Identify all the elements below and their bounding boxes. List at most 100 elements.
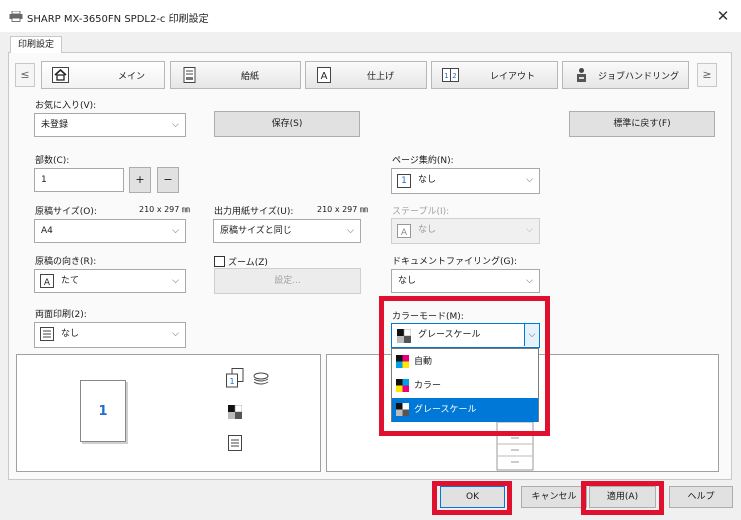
chevron-down-icon: ⌵ <box>172 120 179 130</box>
chevron-down-icon: ⌵ <box>526 175 533 185</box>
layout-icon: 1 2 <box>442 68 459 82</box>
n-up-label: ページ集約(N): <box>392 156 454 166</box>
chevron-down-icon[interactable]: ⌵ <box>524 324 539 346</box>
tab-paper-source-label: 給紙 <box>241 72 260 82</box>
duplex-label: 両面印刷(2): <box>35 310 87 320</box>
restore-defaults-button[interactable]: 標準に戻す(F) <box>569 111 715 137</box>
copies-increment-button[interactable]: + <box>129 167 151 193</box>
ok-button[interactable]: OK <box>440 486 505 508</box>
output-size-select[interactable]: 原稿サイズと同じ ⌵ <box>213 219 361 243</box>
tab-main[interactable]: メイン <box>41 61 165 89</box>
svg-text:1: 1 <box>229 377 234 386</box>
printer-icon <box>9 11 23 22</box>
color-mode-value: グレースケール <box>418 330 481 340</box>
tab-finishing-label: 仕上げ <box>367 72 395 82</box>
staple-icon: A <box>397 224 411 238</box>
staple-select[interactable]: A なし ⌵ <box>391 218 540 244</box>
n-up-value: なし <box>418 175 437 185</box>
zoom-settings-button[interactable]: 設定... <box>214 268 361 294</box>
cancel-button[interactable]: キャンセル <box>521 486 587 508</box>
tab-print-settings[interactable]: 印刷設定 <box>10 36 62 54</box>
job-handling-icon <box>577 68 586 82</box>
close-button[interactable]: ✕ <box>712 5 734 27</box>
n-up-icon: 1 <box>397 174 411 188</box>
color-mode-dropdown: 自動 カラー グレースケール <box>391 348 539 422</box>
preview-page-thumbnail: 1 <box>80 380 126 442</box>
tab-layout[interactable]: 1 2 レイアウト <box>431 61 558 89</box>
orientation-value: たて <box>61 276 80 286</box>
svg-text:A: A <box>401 228 408 238</box>
tab-scroll-right-button[interactable]: ≥ <box>697 63 717 87</box>
help-button[interactable]: ヘルプ <box>669 486 733 508</box>
chevron-down-icon: ⌵ <box>347 226 354 236</box>
output-size-dims: 210 x 297 ㎜ <box>317 205 368 214</box>
favorites-select[interactable]: 未登録 ⌵ <box>34 113 186 137</box>
portrait-icon: A <box>40 274 54 288</box>
tab-paper-source[interactable]: 給紙 <box>170 61 301 89</box>
paper-tray-icon <box>183 67 196 83</box>
n-up-select[interactable]: 1 なし ⌵ <box>391 168 540 194</box>
home-icon <box>52 67 69 83</box>
svg-text:1: 1 <box>444 72 448 80</box>
original-size-label: 原稿サイズ(O): <box>35 207 97 217</box>
svg-text:2: 2 <box>452 72 456 80</box>
output-size-label: 出力用紙サイズ(U): <box>214 207 294 217</box>
document-filing-value: なし <box>398 276 417 286</box>
color-mode-option-label: カラー <box>414 381 442 391</box>
color-mode-label: カラーモード(M): <box>392 312 464 322</box>
color-mode-option-label: グレースケール <box>414 405 477 415</box>
copies-label: 部数(C): <box>35 156 70 166</box>
svg-text:A: A <box>44 278 51 288</box>
color-mode-option-grayscale[interactable]: グレースケール <box>392 398 538 422</box>
zoom-checkbox-label: ズーム(Z) <box>228 258 268 268</box>
duplex-select[interactable]: なし ⌵ <box>34 322 186 348</box>
chevron-down-icon: ⌵ <box>526 225 533 235</box>
staple-label: ステープル(I): <box>392 207 450 217</box>
original-size-select[interactable]: A4 ⌵ <box>34 219 186 243</box>
grayscale-icon <box>397 329 411 343</box>
grayscale-preview-icon <box>228 405 242 419</box>
duplex-value: なし <box>61 329 80 339</box>
orientation-select[interactable]: A たて ⌵ <box>34 269 186 293</box>
tab-scroll-left-button[interactable]: ≤ <box>15 63 35 87</box>
favorites-label: お気に入り(V): <box>35 101 97 111</box>
save-favorites-button[interactable]: 保存(S) <box>214 111 360 137</box>
tab-finishing[interactable]: A 仕上げ <box>305 61 427 89</box>
copies-decrement-button[interactable]: − <box>157 167 179 193</box>
original-size-dims: 210 x 297 ㎜ <box>139 205 190 214</box>
svg-text:A: A <box>321 71 328 82</box>
zoom-checkbox[interactable] <box>214 256 225 267</box>
document-filing-select[interactable]: なし ⌵ <box>391 269 540 293</box>
window-title: SHARP MX-3650FN SPDL2-c 印刷設定 <box>27 14 209 25</box>
document-filing-label: ドキュメントファイリング(G): <box>392 257 518 267</box>
color-icon <box>396 379 409 392</box>
copy-pages-icon: 1 <box>226 368 244 388</box>
orientation-label: 原稿の向き(R): <box>35 257 97 267</box>
grayscale-icon <box>396 403 409 416</box>
copies-value: 1 <box>41 175 47 185</box>
color-mode-select[interactable]: グレースケール ⌵ <box>391 323 540 348</box>
apply-button[interactable]: 適用(A) <box>589 486 656 508</box>
color-mode-option-auto[interactable]: 自動 <box>392 350 538 374</box>
tab-layout-label: レイアウト <box>490 72 536 82</box>
chevron-down-icon: ⌵ <box>172 226 179 236</box>
tab-job-handling-label: ジョブハンドリング <box>598 72 680 82</box>
duplex-icon <box>40 327 54 341</box>
document-icon <box>228 435 242 451</box>
color-mode-option-color[interactable]: カラー <box>392 374 538 398</box>
tab-job-handling[interactable]: ジョブハンドリング <box>562 61 689 89</box>
finishing-icon: A <box>317 67 331 83</box>
favorites-value: 未登録 <box>41 120 69 130</box>
page-preview-panel <box>16 354 321 472</box>
output-size-value: 原稿サイズと同じ <box>220 226 292 236</box>
tab-main-label: メイン <box>118 72 146 82</box>
chevron-down-icon: ⌵ <box>172 329 179 339</box>
original-size-value: A4 <box>41 226 53 236</box>
color-auto-icon <box>396 355 409 368</box>
stack-icon <box>253 372 269 385</box>
color-mode-option-label: 自動 <box>414 357 433 367</box>
copies-input[interactable]: 1 <box>34 168 124 192</box>
chevron-down-icon: ⌵ <box>172 276 179 286</box>
staple-value: なし <box>418 225 437 235</box>
chevron-down-icon: ⌵ <box>526 276 533 286</box>
